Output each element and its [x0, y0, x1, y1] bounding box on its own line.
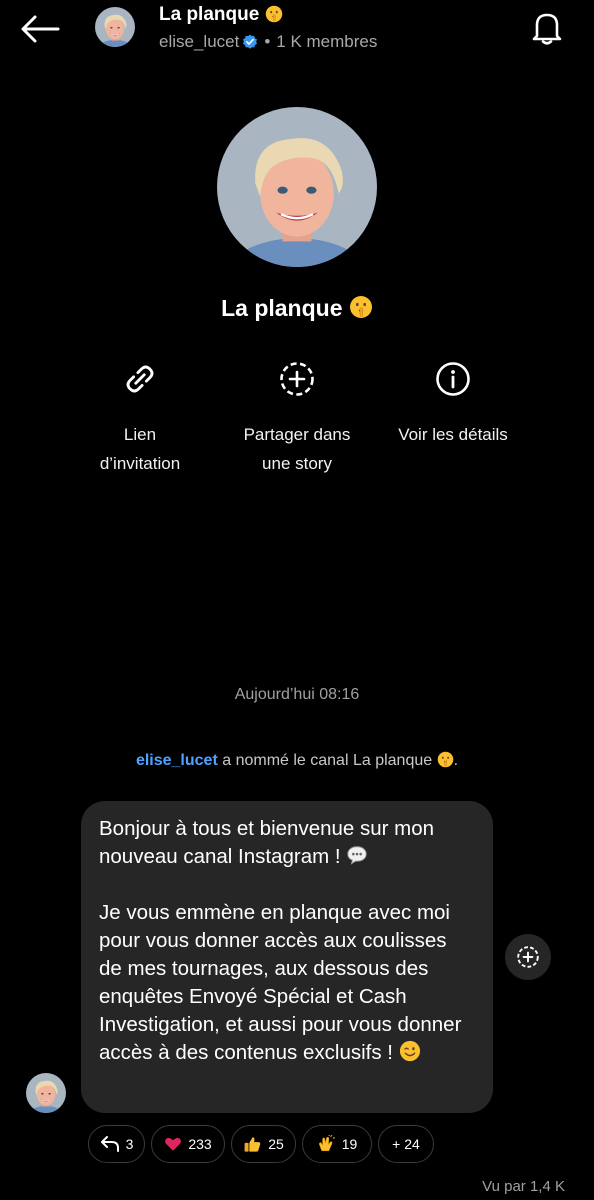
members-count: 1 K membres [276, 32, 378, 51]
invite-link-label-line2: d’invitation [99, 454, 181, 473]
message-paragraph-1: Bonjour à tous et bienvenue sur mon nouv… [99, 815, 475, 871]
back-arrow-icon [21, 15, 60, 43]
message-paragraph-2: Je vous emmène en planque avec moi pour … [99, 899, 475, 1067]
info-icon [436, 362, 470, 396]
shushing-face-emoji [349, 295, 373, 319]
sender-avatar[interactable] [26, 1073, 66, 1113]
channel-header: La planque elise_lucet • 1 K membres [0, 0, 594, 84]
share-to-story-label-line1: Partager dans [243, 425, 351, 444]
add-to-story-icon [517, 946, 539, 968]
share-to-story-label: Partager dans une story [212, 420, 382, 478]
invite-link-label: Lien d’invitation [55, 420, 225, 478]
system-message-end: . [453, 752, 459, 769]
reply-icon [100, 1136, 119, 1152]
system-message-text: a nommé le canal La planque [222, 752, 433, 769]
channel-name: La planque [0, 295, 594, 322]
thumbs-up-reaction-chip[interactable]: 25 [231, 1125, 296, 1163]
share-message-button[interactable] [505, 934, 551, 980]
seen-by-count: Vu par 1,4 K [482, 1178, 565, 1195]
message-bubble[interactable]: Bonjour à tous et bienvenue sur mon nouv… [81, 801, 493, 1113]
system-message: elise_lucet a nommé le canal La planque … [0, 751, 594, 770]
share-to-story-label-line2: une story [262, 454, 332, 473]
invite-link-button[interactable]: Lien d’invitation [55, 360, 225, 478]
bell-icon [532, 13, 562, 45]
system-message-username[interactable]: elise_lucet [136, 752, 218, 769]
invite-link-label-line1: Lien [123, 425, 157, 444]
clapping-reaction-chip[interactable]: 19 [302, 1125, 372, 1163]
shushing-face-emoji [265, 5, 283, 23]
channel-profile-picture[interactable] [217, 107, 377, 267]
speech-bubble-emoji [347, 846, 367, 865]
red-heart-emoji [165, 1137, 182, 1151]
clapping-hands-emoji [318, 1134, 335, 1151]
more-reactions-count: + 24 [392, 1136, 420, 1152]
thumbs-up-count: 25 [268, 1136, 284, 1152]
more-reactions-chip[interactable]: + 24 [378, 1125, 434, 1163]
heart-reaction-chip[interactable]: 233 [151, 1125, 225, 1163]
message-paragraph-1-text: Bonjour à tous et bienvenue sur mon nouv… [99, 817, 435, 868]
thumbs-up-emoji [244, 1136, 261, 1152]
view-details-button[interactable]: Voir les détails [368, 360, 538, 449]
view-details-label-line1: Voir les détails [398, 425, 508, 444]
owner-username: elise_lucet [159, 32, 240, 51]
winking-face-emoji [399, 1040, 420, 1062]
view-details-label: Voir les détails [368, 420, 538, 449]
link-icon [126, 365, 154, 393]
channel-title[interactable]: La planque [159, 4, 283, 26]
reply-reaction-chip[interactable]: 3 [88, 1125, 145, 1163]
channel-name-text: La planque [221, 295, 343, 321]
shushing-face-emoji [437, 751, 454, 768]
channel-title-text: La planque [159, 4, 260, 25]
channel-avatar[interactable] [95, 7, 135, 47]
heart-count: 233 [188, 1136, 212, 1152]
add-to-story-icon [280, 362, 314, 396]
share-to-story-button[interactable]: Partager dans une story [212, 360, 382, 478]
channel-subtitle: elise_lucet • 1 K membres [159, 32, 377, 52]
back-button[interactable] [18, 12, 62, 46]
message-timestamp: Aujourd’hui 08:16 [234, 686, 360, 703]
notifications-button[interactable] [530, 10, 564, 46]
reply-count: 3 [125, 1136, 134, 1152]
verified-badge-icon [243, 34, 258, 49]
separator-dot: • [264, 32, 271, 51]
clapping-count: 19 [341, 1136, 358, 1152]
